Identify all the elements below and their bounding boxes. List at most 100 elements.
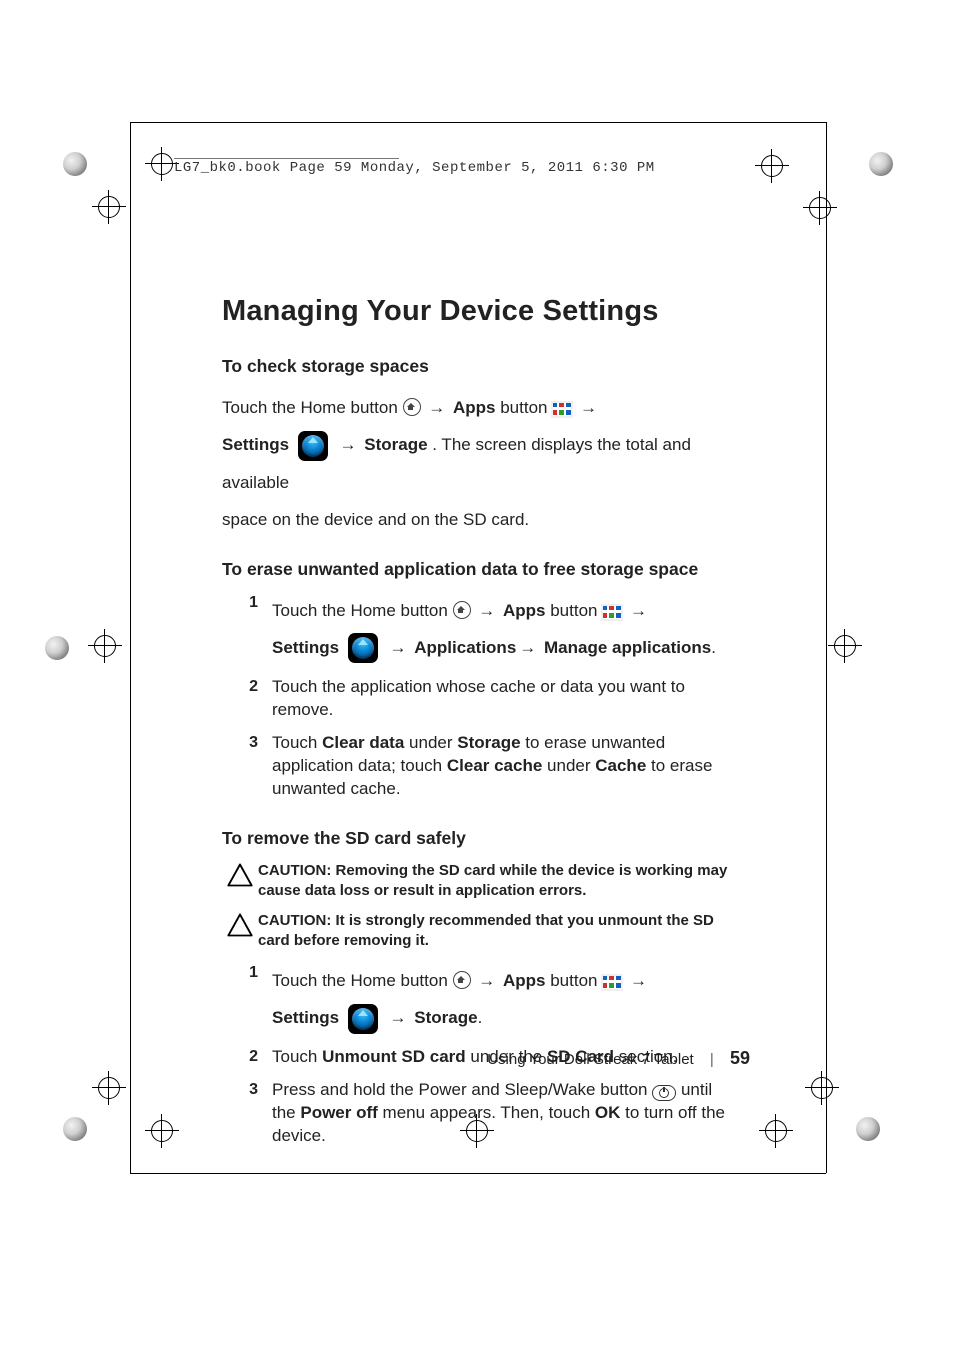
- arrow-icon: →: [516, 638, 539, 657]
- section-heading: To erase unwanted application data to fr…: [222, 558, 732, 582]
- section-remove-sd: To remove the SD card safely CAUTION: Re…: [222, 827, 732, 1148]
- crop-frame-right: [826, 122, 827, 1173]
- print-dot-icon: [869, 152, 893, 176]
- label-apps: Apps: [453, 398, 496, 417]
- caution-text: CAUTION: Removing the SD card while the …: [258, 861, 732, 902]
- section-erase-data: To erase unwanted application data to fr…: [222, 558, 732, 801]
- print-dot-icon: [63, 152, 87, 176]
- home-icon: [453, 971, 471, 989]
- home-icon: [403, 398, 421, 416]
- arrow-icon: →: [475, 601, 498, 620]
- page-footer: Using Your Dell Streak 7 Tablet | 59: [420, 1048, 750, 1069]
- registration-mark-icon: [828, 629, 862, 663]
- footer-separator: |: [698, 1051, 726, 1068]
- arrow-icon: →: [627, 971, 650, 990]
- label-settings: Settings: [272, 638, 339, 657]
- header-rule: [174, 158, 399, 159]
- section-heading: To remove the SD card safely: [222, 827, 732, 851]
- apps-grid-icon: [602, 605, 622, 620]
- registration-mark-icon: [803, 191, 837, 225]
- arrow-icon: →: [425, 398, 448, 417]
- step-text: Touch the Home button → Apps button → Se…: [272, 962, 732, 1037]
- label-clear-data: Clear data: [322, 733, 404, 752]
- step-number: 1: [222, 962, 272, 984]
- arrow-icon: →: [387, 638, 410, 657]
- registration-mark-icon: [755, 149, 789, 183]
- apps-grid-icon: [602, 975, 622, 990]
- arrow-icon: →: [387, 1008, 410, 1027]
- text: menu appears. Then, touch: [383, 1103, 595, 1122]
- text: Touch the Home button: [272, 601, 453, 620]
- step-number: 1: [222, 592, 272, 614]
- section-check-storage: To check storage spaces Touch the Home b…: [222, 355, 732, 532]
- step-text: Press and hold the Power and Sleep/Wake …: [272, 1079, 732, 1148]
- arrow-icon: →: [337, 435, 360, 454]
- text: button: [550, 601, 602, 620]
- caution-block: CAUTION: It is strongly recommended that…: [222, 911, 732, 952]
- print-dot-icon: [856, 1117, 880, 1141]
- footer-page-number: 59: [730, 1048, 750, 1068]
- label-apps: Apps: [503, 971, 546, 990]
- text: Touch: [272, 733, 322, 752]
- step-number: 3: [222, 1079, 272, 1101]
- registration-mark-icon: [92, 1071, 126, 1105]
- text: Touch the Home button: [272, 971, 453, 990]
- settings-icon: [348, 1004, 378, 1034]
- running-header: LG7_bk0.book Page 59 Monday, September 5…: [174, 160, 655, 176]
- text: button: [550, 971, 602, 990]
- text: Press and hold the Power and Sleep/Wake …: [272, 1080, 652, 1099]
- step-item: 2 Touch the application whose cache or d…: [222, 676, 732, 722]
- step-item: 1 Touch the Home button → Apps button → …: [222, 962, 732, 1037]
- paragraph: Touch the Home button → Apps button → Se…: [222, 389, 732, 501]
- text: button: [500, 398, 552, 417]
- label-ok: OK: [595, 1103, 621, 1122]
- print-dot-icon: [63, 1117, 87, 1141]
- text: Touch: [272, 1047, 322, 1066]
- label-manage-apps: Manage applications: [544, 638, 711, 657]
- label-storage: Storage: [414, 1008, 477, 1027]
- caution-label: CAUTION:: [258, 862, 336, 879]
- step-item: 3 Touch Clear data under Storage to eras…: [222, 732, 732, 801]
- registration-mark-icon: [759, 1114, 793, 1148]
- step-text: Touch the Home button → Apps button → Se…: [272, 592, 732, 667]
- crop-frame-top: [130, 122, 826, 123]
- print-dot-icon: [45, 636, 69, 660]
- arrow-icon: →: [627, 601, 650, 620]
- registration-mark-icon: [92, 190, 126, 224]
- step-item: 1 Touch the Home button → Apps button → …: [222, 592, 732, 667]
- caution-label: CAUTION:: [258, 912, 336, 929]
- content-block: Managing Your Device Settings To check s…: [222, 292, 732, 1174]
- arrow-icon: →: [577, 398, 600, 417]
- label-applications: Applications: [414, 638, 516, 657]
- caution-block: CAUTION: Removing the SD card while the …: [222, 861, 732, 902]
- label-clear-cache: Clear cache: [447, 756, 542, 775]
- caution-triangle-icon: [222, 911, 258, 939]
- section-heading: To check storage spaces: [222, 355, 732, 379]
- step-number: 2: [222, 676, 272, 698]
- registration-mark-icon: [145, 1114, 179, 1148]
- page-title: Managing Your Device Settings: [222, 292, 732, 331]
- footer-book-title: Using Your Dell Streak 7 Tablet: [487, 1051, 694, 1068]
- step-item: 3 Press and hold the Power and Sleep/Wak…: [222, 1079, 732, 1148]
- label-apps: Apps: [503, 601, 546, 620]
- step-number: 2: [222, 1046, 272, 1068]
- power-button-icon: [652, 1085, 676, 1101]
- settings-icon: [348, 633, 378, 663]
- label-settings: Settings: [272, 1008, 339, 1027]
- crop-frame-left: [130, 122, 131, 1173]
- registration-mark-icon: [805, 1071, 839, 1105]
- step-text: Touch the application whose cache or dat…: [272, 676, 732, 722]
- apps-grid-icon: [552, 402, 572, 417]
- label-power-off: Power off: [300, 1103, 377, 1122]
- label-cache: Cache: [595, 756, 646, 775]
- page: LG7_bk0.book Page 59 Monday, September 5…: [0, 0, 954, 1351]
- text: under: [409, 733, 457, 752]
- text: Touch the Home button: [222, 398, 403, 417]
- home-icon: [453, 601, 471, 619]
- steps-list: 1 Touch the Home button → Apps button → …: [222, 592, 732, 801]
- label-settings: Settings: [222, 435, 289, 454]
- label-storage: Storage: [364, 435, 427, 454]
- paragraph: space on the device and on the SD card.: [222, 509, 732, 532]
- caution-text: CAUTION: It is strongly recommended that…: [258, 911, 732, 952]
- caution-triangle-icon: [222, 861, 258, 889]
